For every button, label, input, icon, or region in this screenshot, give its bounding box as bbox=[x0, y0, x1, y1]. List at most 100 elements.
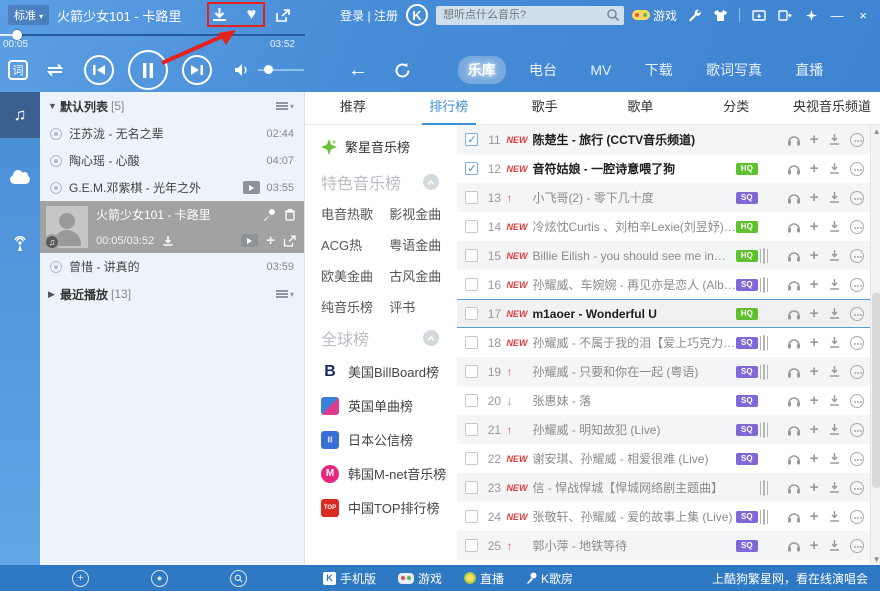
download-song-icon[interactable] bbox=[828, 162, 841, 175]
recent-played-header[interactable]: ▶ 最近播放 [13] ▾ bbox=[40, 280, 304, 308]
add-to-playlist-icon[interactable]: + bbox=[810, 248, 819, 263]
global-chart-item[interactable]: M韩国M-net音乐榜 bbox=[321, 464, 457, 483]
listen-headphones-icon[interactable] bbox=[787, 452, 801, 465]
playlist-song-row[interactable]: 汪苏泷 - 无名之辈02:44 bbox=[40, 120, 304, 147]
listen-headphones-icon[interactable] bbox=[787, 423, 801, 436]
song-checkbox[interactable] bbox=[465, 452, 478, 465]
download-song-icon[interactable] bbox=[828, 394, 841, 407]
more-options-icon[interactable] bbox=[850, 394, 864, 408]
song-row-13[interactable]: 13↑小飞哥(2) - 零下几十度SQ+ bbox=[457, 183, 869, 212]
scroll-up-icon[interactable]: ▲ bbox=[871, 125, 880, 137]
album-mv-icon[interactable] bbox=[763, 480, 765, 496]
song-checkbox[interactable] bbox=[465, 307, 478, 320]
song-checkbox[interactable]: ✓ bbox=[465, 162, 478, 175]
mv-icon[interactable] bbox=[241, 234, 258, 247]
download-button[interactable] bbox=[207, 4, 231, 26]
more-options-icon[interactable] bbox=[850, 423, 864, 437]
chart-link-古风金曲[interactable]: 古风金曲 bbox=[389, 266, 457, 285]
content-tab-排行榜[interactable]: 排行榜 bbox=[401, 92, 497, 125]
listen-headphones-icon[interactable] bbox=[787, 278, 801, 291]
next-button[interactable] bbox=[182, 55, 212, 85]
listen-headphones-icon[interactable] bbox=[787, 394, 801, 407]
collapse-chevron-icon[interactable] bbox=[423, 174, 439, 190]
add-to-playlist-icon[interactable]: + bbox=[810, 480, 819, 495]
add-to-playlist-icon[interactable]: + bbox=[810, 161, 819, 176]
default-playlist-header[interactable]: ▼ 默认列表 [5] ▾ bbox=[40, 92, 304, 120]
login-register[interactable]: 登录 | 注册 bbox=[340, 7, 398, 24]
mv-icon[interactable] bbox=[243, 181, 260, 194]
content-tab-推荐[interactable]: 推荐 bbox=[305, 92, 401, 125]
song-checkbox[interactable] bbox=[465, 191, 478, 204]
album-mv-icon[interactable] bbox=[763, 364, 765, 380]
playlist-song-row[interactable]: 陶心瑶 - 心酸04:07 bbox=[40, 147, 304, 174]
listen-headphones-icon[interactable] bbox=[787, 220, 801, 233]
add-to-playlist-icon[interactable]: + bbox=[810, 219, 819, 234]
scroll-thumb[interactable] bbox=[872, 293, 880, 488]
add-to-playlist-icon[interactable]: + bbox=[810, 277, 819, 292]
refresh-icon[interactable] bbox=[394, 62, 411, 79]
nav-tab-电台[interactable]: 电台 bbox=[519, 56, 567, 84]
download-song-icon[interactable] bbox=[828, 539, 841, 552]
more-options-icon[interactable] bbox=[850, 365, 864, 379]
sparkle-icon[interactable] bbox=[802, 6, 820, 24]
listen-headphones-icon[interactable] bbox=[787, 133, 801, 146]
song-row-25[interactable]: 25↑郭小萍 - 地铁等待SQ+ bbox=[457, 531, 869, 560]
listen-headphones-icon[interactable] bbox=[787, 249, 801, 262]
song-row-18[interactable]: 18NEW孙耀威 - 不属于我的泪【爱上巧克力…SQ+ bbox=[457, 328, 869, 357]
dock-window-icon[interactable] bbox=[776, 6, 794, 24]
more-options-icon[interactable] bbox=[850, 336, 864, 350]
chart-link-ACG热[interactable]: ACG热 bbox=[321, 235, 389, 254]
listen-headphones-icon[interactable] bbox=[787, 162, 801, 175]
statusbar-link-K歌房[interactable]: K歌房 bbox=[526, 570, 573, 587]
add-to-playlist-icon[interactable]: + bbox=[810, 335, 819, 350]
song-row-14[interactable]: 14NEW冷炫忱Curtis 、刘柏辛Lexie(刘昱妤)…HQ+ bbox=[457, 212, 869, 241]
download-song-icon[interactable] bbox=[828, 510, 841, 523]
statusbar-link-游戏[interactable]: 游戏 bbox=[398, 570, 442, 587]
content-tab-央视音乐频道[interactable]: 央视音乐频道 bbox=[784, 92, 880, 125]
download-small-icon[interactable] bbox=[162, 235, 174, 247]
song-row-12[interactable]: ✓12NEW音符姑娘 - 一腔诗意喂了狗HQ+ bbox=[457, 154, 869, 183]
add-to-playlist-icon[interactable]: + bbox=[810, 538, 819, 553]
download-song-icon[interactable] bbox=[828, 191, 841, 204]
download-song-icon[interactable] bbox=[828, 336, 841, 349]
trash-icon[interactable] bbox=[284, 208, 296, 221]
chart-link-欧美金曲[interactable]: 欧美金曲 bbox=[321, 266, 389, 285]
playlist-menu-icon[interactable]: ▾ bbox=[276, 102, 294, 111]
download-song-icon[interactable] bbox=[828, 249, 841, 262]
chart-link-影视金曲[interactable]: 影视金曲 bbox=[389, 204, 457, 223]
download-song-icon[interactable] bbox=[828, 307, 841, 320]
recent-menu-icon[interactable]: ▾ bbox=[276, 290, 294, 299]
global-chart-item[interactable]: B美国BillBoard榜 bbox=[321, 362, 457, 381]
playlist-song-row[interactable]: 曾惜 - 讲真的03:59 bbox=[40, 253, 304, 280]
album-mv-icon[interactable] bbox=[763, 335, 765, 351]
statusbar-link-手机版[interactable]: K手机版 bbox=[323, 570, 376, 587]
music-identify-circle-icon[interactable] bbox=[151, 570, 168, 587]
listen-headphones-icon[interactable] bbox=[787, 191, 801, 204]
lyrics-button[interactable]: 词 bbox=[8, 60, 28, 80]
global-chart-item[interactable]: 英国单曲榜 bbox=[321, 396, 457, 415]
download-song-icon[interactable] bbox=[828, 133, 841, 146]
current-playing-row[interactable]: ♫火箭少女101 - 卡路里00:05/03:52+ bbox=[40, 201, 304, 253]
song-checkbox[interactable] bbox=[465, 481, 478, 494]
song-checkbox[interactable] bbox=[465, 220, 478, 233]
add-to-playlist-icon[interactable]: + bbox=[810, 190, 819, 205]
quality-selector[interactable]: 标准 ▾ bbox=[8, 5, 49, 25]
download-song-icon[interactable] bbox=[828, 452, 841, 465]
song-checkbox[interactable] bbox=[465, 394, 478, 407]
more-options-icon[interactable] bbox=[850, 539, 864, 553]
album-mv-icon[interactable] bbox=[763, 422, 765, 438]
song-row-20[interactable]: 20↓张惠妹 - 落SQ+ bbox=[457, 386, 869, 415]
game-link[interactable]: 游戏 bbox=[632, 7, 677, 24]
chart-link-评书[interactable]: 评书 bbox=[389, 297, 457, 316]
download-song-icon[interactable] bbox=[828, 365, 841, 378]
listen-headphones-icon[interactable] bbox=[787, 365, 801, 378]
add-to-playlist-icon[interactable]: + bbox=[810, 393, 819, 408]
close-button[interactable]: × bbox=[854, 6, 872, 24]
album-mv-icon[interactable] bbox=[763, 509, 765, 525]
add-to-playlist-icon[interactable]: + bbox=[810, 509, 819, 524]
content-tab-歌手[interactable]: 歌手 bbox=[497, 92, 593, 125]
scroll-down-icon[interactable]: ▼ bbox=[871, 553, 880, 565]
more-options-icon[interactable] bbox=[850, 133, 864, 147]
song-row-23[interactable]: 23NEW信 - 悍战悍城【悍城网络剧主题曲】+ bbox=[457, 473, 869, 502]
song-row-11[interactable]: ✓11NEW陈楚生 - 旅行 (CCTV音乐频道)+ bbox=[457, 125, 869, 154]
